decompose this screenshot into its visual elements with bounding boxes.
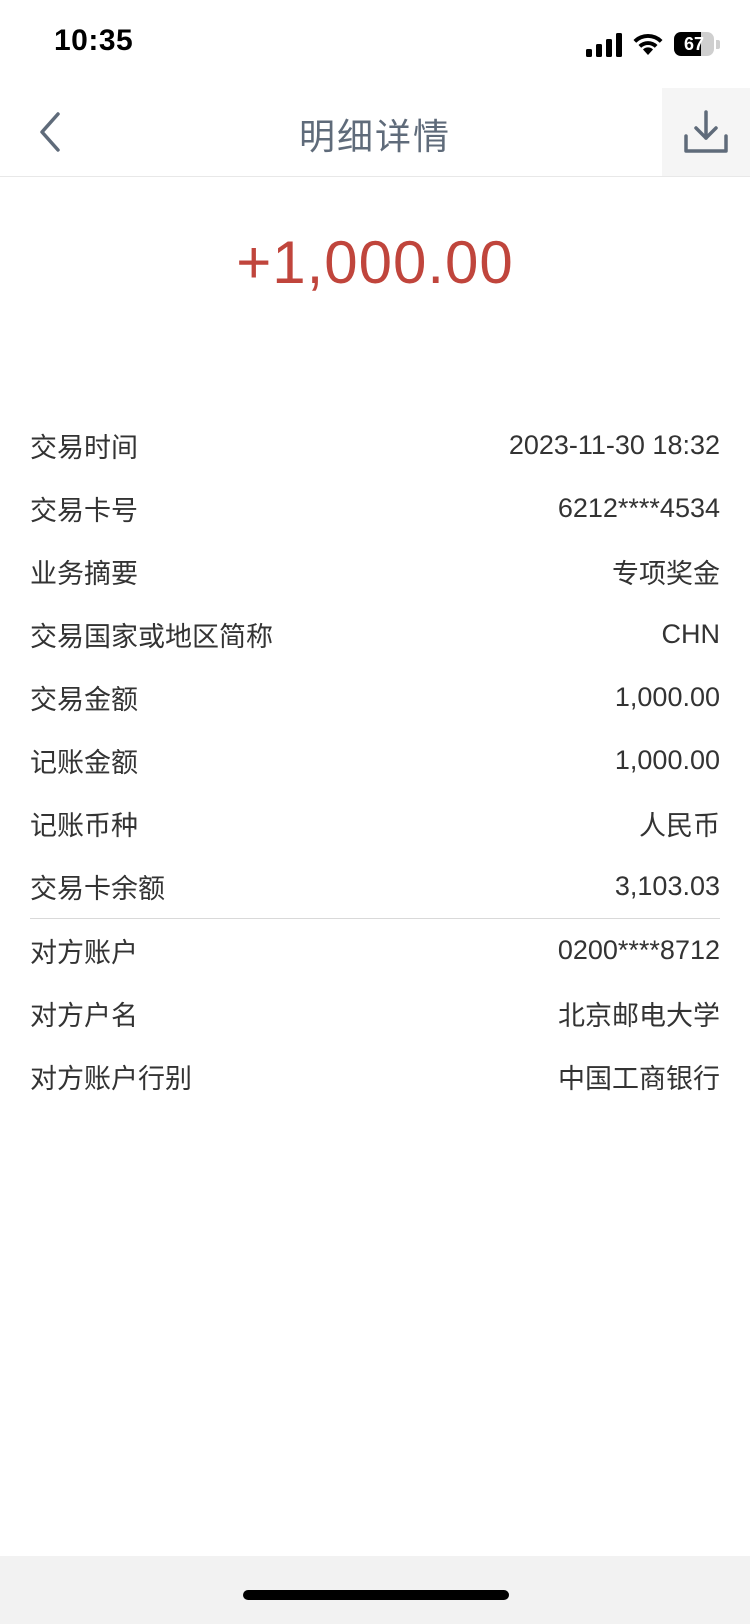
download-icon — [684, 110, 728, 153]
detail-label: 记账币种 — [30, 811, 138, 842]
detail-row-counterparty-account: 对方账户 0200****8712 — [30, 919, 720, 982]
transaction-details: 交易时间 2023-11-30 18:32 交易卡号 6212****4534 … — [30, 414, 720, 1108]
detail-row-transaction-time: 交易时间 2023-11-30 18:32 — [30, 414, 720, 477]
detail-row-card-number: 交易卡号 6212****4534 — [30, 477, 720, 540]
detail-value: 0200****8712 — [557, 935, 720, 965]
nav-bar: 明细详情 — [0, 88, 750, 177]
detail-row-transaction-amount: 交易金额 1,000.00 — [30, 666, 720, 729]
status-icons: 67 — [586, 30, 722, 60]
detail-row-booked-amount: 记账金额 1,000.00 — [30, 729, 720, 792]
detail-row-summary: 业务摘要 专项奖金 — [30, 540, 720, 603]
signal-bars-icon — [586, 33, 622, 57]
detail-value: 1,000.00 — [614, 745, 720, 775]
detail-value: CHN — [661, 619, 721, 649]
detail-row-country: 交易国家或地区简称 CHN — [30, 603, 720, 666]
detail-value: 3,103.03 — [614, 871, 720, 901]
transaction-detail-screen: 10:35 67 明细详情 +1,000.00 交易时间 2023-11-30 … — [0, 0, 750, 1624]
detail-label: 对方账户 — [30, 938, 138, 969]
detail-value: 6212****4534 — [557, 493, 720, 523]
status-bar: 10:35 67 — [0, 0, 750, 88]
wifi-icon — [633, 33, 663, 55]
detail-row-card-balance: 交易卡余额 3,103.03 — [30, 855, 720, 918]
detail-value: 北京邮电大学 — [558, 1001, 720, 1031]
detail-label: 交易卡余额 — [30, 874, 165, 905]
detail-label: 交易国家或地区简称 — [30, 622, 273, 653]
transaction-amount: +1,000.00 — [236, 229, 514, 296]
detail-label: 记账金额 — [30, 748, 138, 779]
status-time: 10:35 — [54, 24, 134, 57]
page-title: 明细详情 — [298, 117, 451, 158]
detail-row-counterparty-name: 对方户名 北京邮电大学 — [30, 982, 720, 1045]
battery-icon: 67 — [674, 32, 722, 58]
detail-value: 人民币 — [639, 811, 720, 841]
detail-label: 交易卡号 — [30, 496, 138, 527]
home-indicator-area — [0, 1556, 750, 1624]
home-indicator[interactable] — [243, 1590, 509, 1600]
detail-row-currency: 记账币种 人民币 — [30, 792, 720, 855]
detail-value: 2023-11-30 18:32 — [508, 430, 720, 460]
detail-label: 对方户名 — [30, 1001, 138, 1032]
detail-value: 1,000.00 — [614, 682, 720, 712]
download-button[interactable] — [662, 88, 750, 176]
detail-label: 交易时间 — [30, 433, 138, 464]
detail-value: 专项奖金 — [612, 559, 720, 589]
detail-label: 业务摘要 — [30, 559, 138, 590]
detail-label: 交易金额 — [30, 685, 138, 716]
detail-value: 中国工商银行 — [558, 1064, 720, 1094]
detail-label: 对方账户行别 — [30, 1064, 192, 1095]
battery-level: 67 — [683, 34, 705, 54]
detail-row-counterparty-bank: 对方账户行别 中国工商银行 — [30, 1045, 720, 1108]
